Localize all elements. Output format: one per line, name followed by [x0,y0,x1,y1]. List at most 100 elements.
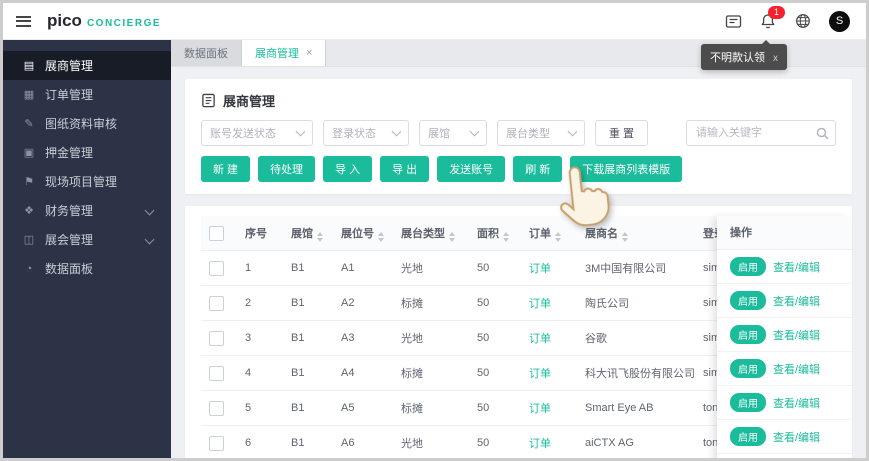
enable-badge[interactable]: 启用 [730,427,766,446]
new-button[interactable]: 新 建 [201,156,251,182]
action-row: 启用查看/编辑 [717,386,852,420]
tooltip-close-icon[interactable]: x [773,53,778,64]
sidebar-item-finance-mgmt[interactable]: ❖ 财务管理 [3,196,171,225]
send-account-button[interactable]: 发送账号 [437,156,506,182]
flag-icon: ⚑ [24,176,34,188]
row-checkbox[interactable] [209,365,224,381]
cell-index: 5 [237,390,283,426]
sidebar-item-exhibitor-mgmt[interactable]: ▤ 展商管理 [3,51,171,80]
column-header[interactable]: 面积 [469,216,521,251]
cell-index: 2 [237,285,283,321]
filter-hall[interactable]: 展馆 [419,120,487,146]
user-avatar[interactable]: S [829,10,850,32]
tab-data-dashboard[interactable]: 数据面板 [171,39,242,66]
expo-icon: ◫ [23,234,35,246]
enable-badge[interactable]: 启用 [730,359,766,378]
enable-badge[interactable]: 启用 [730,291,766,310]
topbar: pico CONCIERGE 1 S [3,3,866,40]
claim-card-icon[interactable] [724,12,742,30]
view-edit-link[interactable]: 查看/编辑 [773,429,820,445]
filter-login-status[interactable]: 登录状态 [323,120,409,146]
cell-booth-type: 光地 [393,250,469,286]
filter-placeholder: 展台类型 [506,128,550,140]
column-header[interactable]: 展台类型 [393,216,469,251]
order-link[interactable]: 订单 [529,438,551,450]
table-panel: 序号展馆展位号展台类型面积订单展商名登录名 1B1A1光地50订单3M中国有限公… [185,206,852,458]
cell-index: 1 [237,250,283,286]
order-link[interactable]: 订单 [529,263,551,275]
view-edit-link[interactable]: 查看/编辑 [773,293,820,309]
sidebar-item-label: 现场项目管理 [45,175,118,189]
enable-badge[interactable]: 启用 [730,325,766,344]
select-all-checkbox[interactable] [209,225,224,241]
sidebar-item-label: 财务管理 [45,204,94,218]
order-link[interactable]: 订单 [529,333,551,345]
export-button[interactable]: 导 出 [380,156,430,182]
view-edit-link[interactable]: 查看/编辑 [773,259,820,275]
sidebar-item-site-project-mgmt[interactable]: ⚑ 现场项目管理 [3,167,171,196]
sort-icon[interactable] [449,231,455,242]
cell-company-name: 谷歌 [577,320,695,356]
cell-hall: B1 [283,355,333,391]
sidebar-item-data-dashboard[interactable]: ◔ 数据面板 [3,254,171,283]
column-header: 序号 [237,216,283,251]
tab-label: 展商管理 [255,47,299,60]
order-link[interactable]: 订单 [529,403,551,415]
sidebar-item-label: 订单管理 [45,88,94,102]
notifications-bell-icon[interactable]: 1 [759,6,785,30]
import-button[interactable]: 导 入 [323,156,373,182]
cell-index: 4 [237,355,283,391]
claim-tooltip[interactable]: 不明款认领 x [701,40,787,70]
sidebar-item-expo-mgmt[interactable]: ◫ 展会管理 [3,225,171,254]
cell-booth-type: 标摊 [393,390,469,426]
enable-badge[interactable]: 启用 [730,257,766,276]
filter-booth-type[interactable]: 展台类型 [497,120,585,146]
document-icon: ✎ [24,118,34,130]
reset-button[interactable]: 重 置 [595,120,649,146]
cell-area: 50 [469,250,521,286]
cell-area: 50 [469,390,521,426]
language-globe-icon[interactable] [794,12,812,30]
actions-column: 操作 启用 查看/编辑 启用 查看/编辑 启用 查看/编辑 启用 查看/编辑 启用 查看/编辑 启用… [717,216,852,458]
cell-booth-type: 标摊 [393,355,469,391]
filter-placeholder: 展馆 [428,128,450,140]
cell-hall: B1 [283,320,333,356]
search-input[interactable] [686,120,836,146]
sort-icon[interactable] [378,231,384,242]
view-edit-link[interactable]: 查看/编辑 [773,327,820,343]
menu-toggle-icon[interactable] [16,15,31,27]
cell-area: 50 [469,285,521,321]
sidebar-item-label: 图纸资料审核 [45,117,118,131]
sidebar-item-drawing-review[interactable]: ✎ 图纸资料审核 [3,109,171,138]
row-checkbox[interactable] [209,400,224,416]
row-checkbox[interactable] [209,260,224,276]
view-edit-link[interactable]: 查看/编辑 [773,395,820,411]
sort-icon[interactable] [317,231,323,242]
filter-account-send-status[interactable]: 账号发送状态 [201,120,313,146]
cell-hall: B1 [283,250,333,286]
view-edit-link[interactable]: 查看/编辑 [773,361,820,377]
row-checkbox[interactable] [209,330,224,346]
row-checkbox[interactable] [209,435,224,451]
order-link[interactable]: 订单 [529,368,551,380]
building-icon: ▤ [23,60,35,72]
cell-company-name: aiCTX AG [577,425,695,458]
cell-index: 6 [237,425,283,458]
row-checkbox[interactable] [209,295,224,311]
column-header[interactable]: 展馆 [283,216,333,251]
sidebar-item-deposit-mgmt[interactable]: ▣ 押金管理 [3,138,171,167]
cell-booth: A5 [333,390,393,426]
pending-button[interactable]: 待处理 [258,156,316,182]
sort-icon[interactable] [622,231,628,242]
tab-exhibitor-mgmt[interactable]: 展商管理 × [242,39,327,66]
tab-close-icon[interactable]: × [306,47,312,59]
cell-company-name: 科大讯飞股份有限公司 [577,355,695,391]
order-link[interactable]: 订单 [529,298,551,310]
sort-icon[interactable] [503,231,509,242]
enable-badge[interactable]: 启用 [730,393,766,412]
topbar-actions: 1 S [724,6,850,32]
logo-pico-text: pico [47,11,82,30]
column-header[interactable]: 展位号 [333,216,393,251]
sidebar-item-order-mgmt[interactable]: ▦ 订单管理 [3,80,171,109]
action-row: 启用查看/编辑 [717,420,852,454]
